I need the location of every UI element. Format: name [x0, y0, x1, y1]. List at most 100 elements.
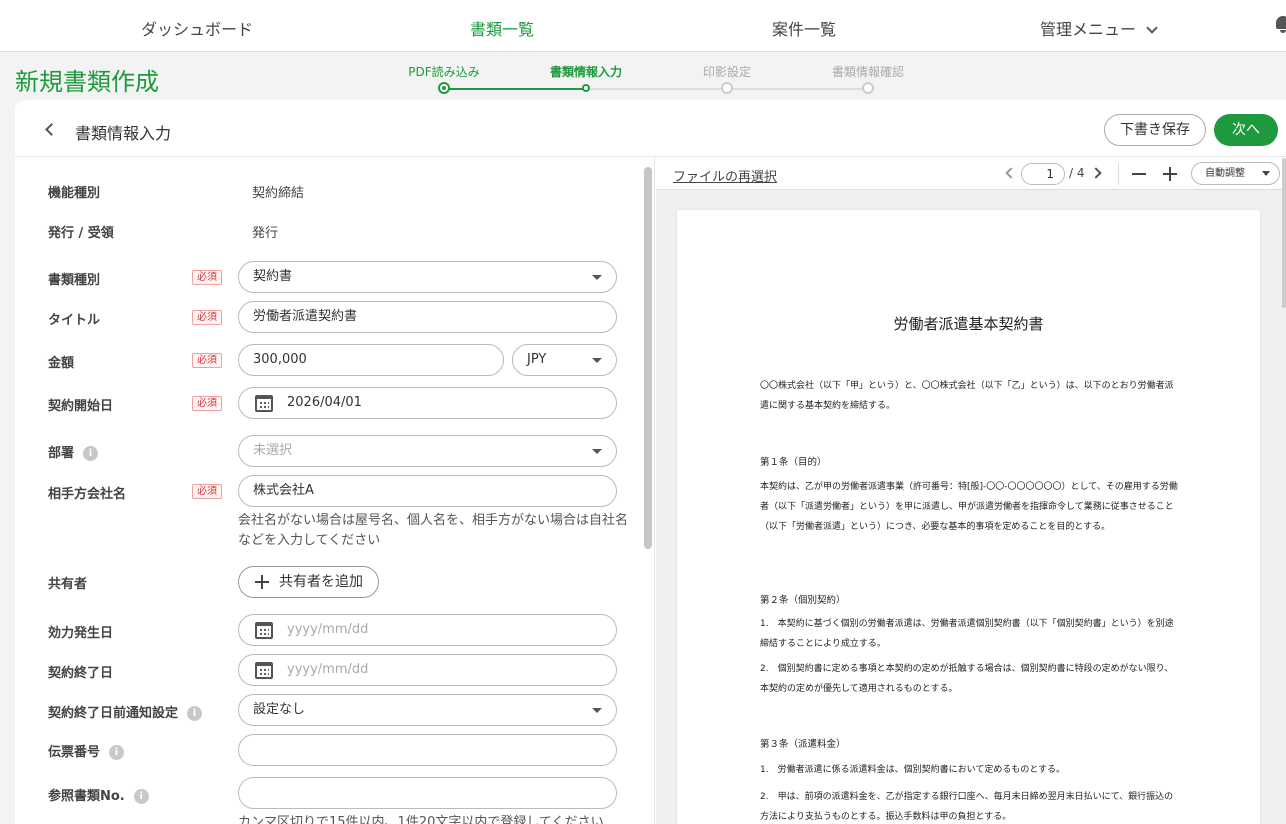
- pdf-viewer: ファイルの再選択 1 / 4 自動調整 労働者派遣基本契約書 〇〇株式会社（以下…: [656, 157, 1286, 824]
- currency-select[interactable]: JPY: [512, 344, 617, 376]
- doc-art3-item1: 1. 労働者派遣に係る派遣料金は、個別契約書において定めるものとする。: [760, 765, 1066, 775]
- chevron-down-icon: [1146, 22, 1158, 34]
- step-dot-seal: [721, 82, 733, 94]
- calendar-icon: [255, 662, 273, 679]
- step-dot-confirm: [862, 82, 874, 94]
- doc-title: 労働者派遣基本契約書: [893, 315, 1044, 333]
- required-badge: 必須: [192, 310, 222, 325]
- prev-page-icon[interactable]: [1005, 167, 1017, 179]
- card-title: 書類情報入力: [75, 124, 172, 143]
- slip-no-input[interactable]: [238, 734, 617, 766]
- label-start-date: 契約開始日: [48, 399, 114, 414]
- save-draft-button[interactable]: 下書き保存: [1104, 114, 1206, 146]
- nav-projects[interactable]: 案件一覧: [772, 16, 836, 40]
- doc-art2-item2: 2. 個別契約書に定める事項と本契約の定めが抵触する場合は、個別契約書に特段の定…: [760, 664, 1174, 694]
- toolbar-divider: [1118, 163, 1119, 185]
- label-amount: 金額: [48, 356, 75, 371]
- value-issue-receive: 発行: [252, 226, 279, 241]
- step-label-seal: 印影設定: [702, 65, 752, 79]
- department-select[interactable]: 未選択: [238, 435, 617, 467]
- ref-no-input[interactable]: [238, 777, 617, 809]
- page-title: 新規書類作成: [15, 68, 159, 96]
- start-date-value: 2026/04/01: [287, 395, 362, 410]
- label-effective-date: 効力発生日: [48, 626, 114, 641]
- doc-art1-body: 本契約は、乙が甲の労働者派遣事業（許可番号：特[般]-〇〇-〇〇〇〇〇〇）として…: [760, 482, 1178, 532]
- ref-no-helper: カンマ区切りで15件以内、1件20文字以内で登録してください: [238, 815, 604, 824]
- form-panel: 機能種別 契約締結 発行 / 受領 発行 書類種別 必須 契約書 タイトル 必須…: [15, 157, 655, 824]
- title-input[interactable]: 労働者派遣契約書: [238, 301, 617, 333]
- back-icon[interactable]: [45, 123, 58, 136]
- document-page: 労働者派遣基本契約書 〇〇株式会社（以下「甲」という）と、〇〇株式会社（以下「乙…: [677, 210, 1260, 824]
- caret-down-icon: [592, 275, 602, 280]
- label-end-date: 契約終了日: [48, 666, 114, 681]
- doc-art3-item2: 2. 甲は、前項の派遣料金を、乙が指定する銀行口座へ、毎月末日締め翌月末日払いに…: [760, 792, 1174, 822]
- label-department-text: 部署: [48, 446, 75, 461]
- doc-art2-item1: 1. 本契約に基づく個別の労働者派遣は、労働者派遣個別契約書（以下「個別契約書」…: [760, 619, 1174, 649]
- page-number-input[interactable]: 1: [1021, 163, 1065, 185]
- department-placeholder: 未選択: [253, 443, 293, 458]
- info-icon[interactable]: i: [83, 446, 99, 461]
- caret-down-icon: [592, 449, 602, 454]
- doc-intro: 〇〇株式会社（以下「甲」という）と、〇〇株式会社（以下「乙」という）は、以下のと…: [760, 381, 1174, 411]
- start-date-input[interactable]: 2026/04/01: [238, 387, 617, 419]
- counterparty-input[interactable]: 株式会社A: [238, 475, 617, 507]
- info-icon[interactable]: i: [133, 789, 149, 804]
- card-header: 書類情報入力 下書き保存 次へ: [15, 100, 1286, 157]
- effective-date-input[interactable]: yyyy/mm/dd: [238, 614, 617, 646]
- step-label-info: 書類情報入力: [549, 65, 623, 79]
- zoom-select[interactable]: 自動調整: [1191, 162, 1280, 185]
- doc-art2-heading: 第２条（個別契約）: [760, 595, 846, 606]
- amount-input[interactable]: 300,000: [238, 344, 504, 376]
- currency-value: JPY: [527, 352, 547, 367]
- zoom-value: 自動調整: [1205, 168, 1245, 179]
- doc-art3-heading: 第３条（派遣料金）: [760, 739, 846, 750]
- label-end-notice-text: 契約終了日前通知設定: [48, 706, 179, 721]
- add-sharer-button[interactable]: 共有者を追加: [238, 566, 379, 598]
- label-ref-no: 参照書類No. i: [48, 785, 149, 805]
- label-department: 部署 i: [48, 442, 99, 462]
- page-scrollbar[interactable]: [1282, 158, 1286, 308]
- label-sharer: 共有者: [48, 577, 88, 592]
- step-label-pdf: PDF読み込み: [408, 65, 480, 79]
- next-button[interactable]: 次へ: [1214, 114, 1278, 146]
- step-dot-pdf: [438, 82, 450, 94]
- viewer-toolbar: ファイルの再選択 1 / 4 自動調整: [656, 157, 1286, 190]
- required-badge: 必須: [192, 396, 222, 411]
- info-icon[interactable]: i: [187, 706, 203, 721]
- calendar-icon: [255, 395, 273, 412]
- reselect-file-link[interactable]: ファイルの再選択: [673, 166, 777, 185]
- required-badge: 必須: [192, 353, 222, 368]
- nav-admin-label: 管理メニュー: [1040, 20, 1137, 39]
- label-doc-type: 書類種別: [48, 273, 101, 288]
- info-icon[interactable]: i: [109, 745, 125, 760]
- step-dot-info: [582, 84, 590, 92]
- nav-documents[interactable]: 書類一覧: [470, 16, 534, 40]
- doc-type-select[interactable]: 契約書: [238, 261, 617, 293]
- value-function-type: 契約締結: [252, 186, 305, 201]
- label-title: タイトル: [48, 313, 101, 328]
- zoom-in-icon[interactable]: [1163, 167, 1177, 181]
- end-notice-value: 設定なし: [253, 702, 306, 717]
- add-sharer-label: 共有者を追加: [279, 574, 363, 590]
- plus-icon: [255, 575, 269, 589]
- nav-dashboard[interactable]: ダッシュボード: [141, 16, 253, 40]
- zoom-out-icon[interactable]: [1132, 173, 1146, 175]
- required-badge: 必須: [192, 484, 222, 499]
- nav-admin-menu[interactable]: 管理メニュー: [1040, 16, 1158, 40]
- page-total: / 4: [1069, 166, 1085, 180]
- step-line-done: [444, 88, 586, 90]
- doc-type-value: 契約書: [253, 269, 293, 284]
- document-card: 書類情報入力 下書き保存 次へ 機能種別 契約締結 発行 / 受領 発行 書類種…: [15, 100, 1286, 824]
- label-issue-receive: 発行 / 受領: [48, 226, 114, 241]
- next-page-icon[interactable]: [1090, 167, 1102, 179]
- end-notice-select[interactable]: 設定なし: [238, 694, 617, 726]
- bell-icon[interactable]: [1276, 16, 1286, 33]
- label-end-notice: 契約終了日前通知設定 i: [48, 702, 203, 722]
- label-ref-no-text: 参照書類No.: [48, 789, 125, 804]
- caret-down-icon: [592, 358, 602, 363]
- caret-down-icon: [592, 708, 602, 713]
- top-nav: ダッシュボード 書類一覧 案件一覧 管理メニュー: [0, 0, 1286, 52]
- label-counterparty: 相手方会社名: [48, 487, 127, 502]
- form-scrollbar[interactable]: [644, 167, 652, 549]
- end-date-input[interactable]: yyyy/mm/dd: [238, 654, 617, 686]
